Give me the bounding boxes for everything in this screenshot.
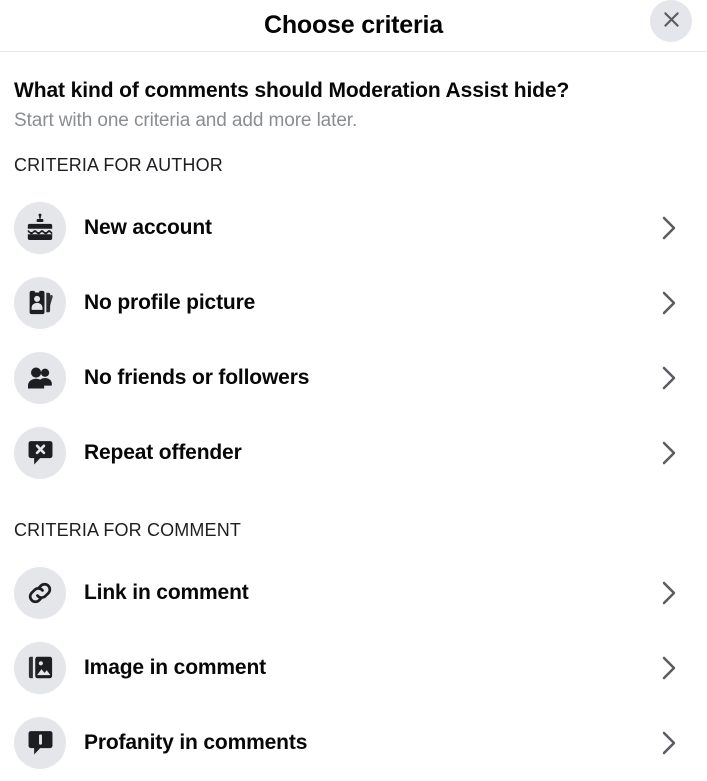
comment-profanity-icon [14,716,66,769]
profile-card-icon [14,276,66,329]
close-icon [661,9,682,33]
chevron-right-icon[interactable] [654,655,684,681]
criteria-row-label: Repeat offender [84,440,242,464]
intro-title: What kind of comments should Moderation … [14,79,570,102]
chevron-right-icon[interactable] [654,290,684,316]
criteria-list: Link in comment Image in comment Profani… [0,555,707,780]
choose-criteria-dialog: Choose criteria What kind of comments sh… [0,0,707,781]
comment-x-icon [14,426,66,479]
criteria-row-label: No profile picture [84,290,256,314]
chevron-right-icon[interactable] [654,580,684,606]
criteria-list: New account No profile picture No friend… [0,190,707,490]
people-icon [14,351,66,404]
criteria-row[interactable]: Profanity in comments [0,705,707,780]
criteria-section: CRITERIA FOR COMMENT Link in comment Ima… [0,520,707,780]
criteria-row-label: Profanity in comments [84,730,308,754]
dialog-header: Choose criteria [0,0,707,52]
criteria-row-label: New account [84,215,212,239]
criteria-row[interactable]: No friends or followers [0,340,707,415]
link-icon [14,566,66,619]
criteria-row[interactable]: New account [0,190,707,265]
criteria-row[interactable]: No profile picture [0,265,707,340]
chevron-right-icon[interactable] [654,365,684,391]
criteria-section: CRITERIA FOR AUTHOR New account No profi… [0,155,707,490]
close-button[interactable] [650,0,692,42]
chevron-right-icon[interactable] [654,215,684,241]
page-title: Choose criteria [263,11,443,39]
criteria-row-label: Image in comment [84,655,266,679]
intro-subtitle: Start with one criteria and add more lat… [14,110,358,131]
chevron-right-icon[interactable] [654,730,684,756]
photo-icon [14,641,66,694]
criteria-row[interactable]: Image in comment [0,630,707,705]
criteria-row-label: No friends or followers [84,365,310,389]
criteria-row[interactable]: Repeat offender [0,415,707,490]
criteria-row-label: Link in comment [84,580,249,604]
chevron-right-icon[interactable] [654,440,684,466]
birthday-cake-icon [14,201,66,254]
section-header: CRITERIA FOR COMMENT [14,520,241,540]
intro-block: What kind of comments should Moderation … [0,52,707,133]
section-header: CRITERIA FOR AUTHOR [14,155,223,175]
criteria-row[interactable]: Link in comment [0,555,707,630]
criteria-sections: CRITERIA FOR AUTHOR New account No profi… [0,155,707,780]
